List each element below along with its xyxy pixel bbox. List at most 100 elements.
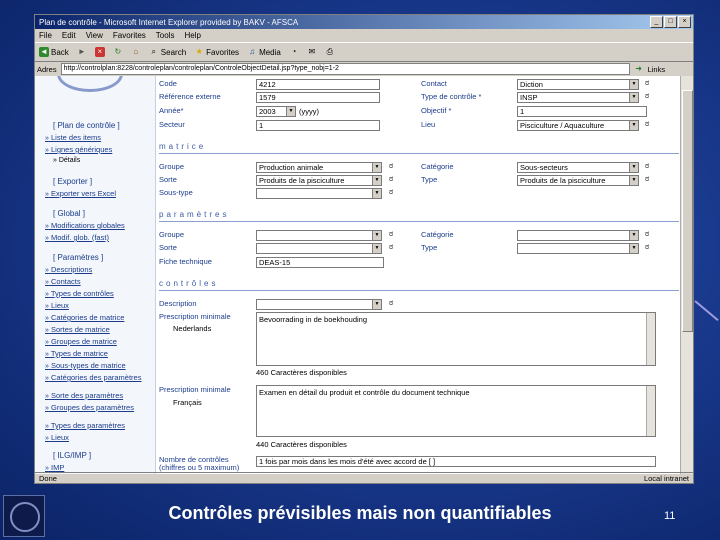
minimize-button[interactable]: _ [650, 16, 663, 28]
binoculars-icon[interactable]: ಠ [645, 242, 649, 252]
status-zone: Local intranet [643, 473, 689, 483]
code-field[interactable]: 4212 [256, 79, 380, 90]
typecontrole-select[interactable]: INSP [517, 92, 639, 103]
sidebar-link-export-excel[interactable]: » Exporter vers Excel [45, 189, 116, 198]
menu-favorites[interactable]: Favorites [113, 31, 146, 40]
annee-select[interactable]: 2003 [256, 106, 296, 117]
media-button[interactable]: ♫ Media [247, 47, 281, 57]
binoculars-icon[interactable]: ಠ [389, 174, 393, 184]
binoculars-icon[interactable]: ಠ [645, 78, 649, 88]
presc1-char-count: 460 Caractères disponibles [256, 368, 347, 377]
sidebar-link-param[interactable]: » Contacts [45, 277, 81, 286]
refresh-icon[interactable]: ↻ [113, 47, 123, 57]
type-select[interactable]: Produits de la pisciculture [517, 175, 639, 186]
binoculars-icon[interactable]: ಠ [645, 119, 649, 129]
sidebar-link-param[interactable]: » Sortes de matrice [45, 325, 110, 334]
sidebar-link-param[interactable]: » Lieux [45, 301, 69, 310]
home-icon[interactable]: ⌂ [131, 47, 141, 57]
menu-view[interactable]: View [86, 31, 103, 40]
ptype-select[interactable] [517, 243, 639, 254]
forward-arrow-icon[interactable]: ► [77, 47, 87, 57]
scrollbar-thumb[interactable] [682, 90, 693, 332]
binoculars-icon[interactable]: ಠ [389, 229, 393, 239]
back-button[interactable]: ◄ Back [39, 47, 69, 57]
stop-icon[interactable]: × [94, 47, 105, 57]
binoculars-icon[interactable]: ಠ [389, 242, 393, 252]
binoculars-icon[interactable]: ಠ [645, 229, 649, 239]
contact-select[interactable]: Diction [517, 79, 639, 90]
maximize-button[interactable]: □ [664, 16, 677, 28]
binoculars-icon[interactable]: ಠ [645, 174, 649, 184]
back-arrow-icon: ◄ [39, 47, 49, 57]
psorte-select[interactable] [256, 243, 382, 254]
sidebar-link-param[interactable]: » Sous-types de matrice [45, 361, 126, 370]
sidebar-link-param[interactable]: » Lieux [45, 433, 69, 442]
pcategorie-select[interactable] [517, 230, 639, 241]
print-icon[interactable]: ⎙ [325, 47, 335, 57]
search-button[interactable]: ⌕ Search [149, 47, 187, 57]
lieu-select[interactable]: Pisciculture / Aquaculture [517, 120, 639, 131]
sidebar-link-lignes[interactable]: » Lignes génériques [45, 145, 112, 154]
menu-help[interactable]: Help [184, 31, 200, 40]
controles-section-title: contrôles [159, 279, 219, 288]
binoculars-icon[interactable]: ಠ [645, 91, 649, 101]
binoculars-icon[interactable]: ಠ [645, 161, 649, 171]
vertical-scrollbar[interactable] [680, 76, 693, 474]
menu-tools[interactable]: Tools [156, 31, 175, 40]
history-icon[interactable]: ◔ [289, 47, 299, 57]
nbr-field[interactable]: 1 fois par mois dans les mois d'été avec… [256, 456, 656, 467]
window-title: Plan de contrôle - Microsoft Internet Ex… [39, 17, 299, 27]
links-label[interactable]: Links [648, 65, 666, 74]
lieu-label: Lieu [421, 120, 436, 129]
sidebar-link-param[interactable]: » Groupes de matrice [45, 337, 117, 346]
sidebar-sub-details[interactable]: » Détails [53, 157, 80, 164]
binoculars-icon[interactable]: ಠ [389, 161, 393, 171]
fiche-field[interactable]: DEAS-15 [256, 257, 384, 268]
pgroupe-select[interactable] [256, 230, 382, 241]
sidebar-link-param[interactable]: » Catégories des paramètres [45, 373, 141, 382]
ref-field[interactable]: 1579 [256, 92, 380, 103]
mail-icon[interactable]: ✉ [307, 47, 317, 57]
secteur-field[interactable]: 1 [256, 120, 380, 131]
contact-label: Contact [421, 79, 447, 88]
menu-edit[interactable]: Edit [62, 31, 76, 40]
browser-window: Plan de contrôle - Microsoft Internet Ex… [34, 14, 694, 484]
groupe-select[interactable]: Production animale [256, 162, 382, 173]
binoculars-icon[interactable]: ಠ [389, 187, 393, 197]
sidebar-link-param[interactable]: » Catégories de matrice [45, 313, 124, 322]
categorie-select[interactable]: Sous-secteurs [517, 162, 639, 173]
sidebar-link-items[interactable]: » Liste des items [45, 133, 101, 142]
sidebar-link-param[interactable]: » Groupes des paramètres [45, 403, 134, 412]
objectif-label: Objectif * [421, 106, 452, 115]
presc2-textarea[interactable]: Examen en détail du produit et contrôle … [256, 385, 656, 437]
description-select[interactable] [256, 299, 382, 310]
slide-caption: Contrôles prévisibles mais non quantifia… [168, 503, 552, 523]
sidebar-link-param[interactable]: » Descriptions [45, 265, 92, 274]
annee-unit: (yyyy) [299, 107, 319, 116]
presc1-label: Prescription minimale [159, 312, 231, 321]
pcategorie-label: Catégorie [421, 230, 454, 239]
sidebar-link-param[interactable]: » Types de matrice [45, 349, 108, 358]
sidebar-link-param[interactable]: » Types des paramètres [45, 421, 125, 430]
binoculars-icon[interactable]: ಠ [389, 298, 393, 308]
go-icon[interactable]: ➜ [634, 64, 644, 74]
search-icon: ⌕ [151, 47, 157, 56]
soustype-select[interactable] [256, 188, 382, 199]
sidebar-header-ilg: [ ILG/IMP ] [53, 451, 92, 460]
close-button[interactable]: × [678, 16, 691, 28]
favorites-button[interactable]: ★ Favorites [194, 47, 240, 57]
sidebar-link-modif-fast[interactable]: » Modif. glob. (fast) [45, 233, 109, 242]
presc1-textarea[interactable]: Bevoorrading in de boekhouding [256, 312, 656, 366]
sidebar-link-param[interactable]: » Types de contrôles [45, 289, 114, 298]
sidebar-link-param[interactable]: » Sorte des paramètres [45, 391, 123, 400]
address-input[interactable]: http://controlplan:8228/controleplan/con… [60, 63, 630, 75]
secteur-label: Secteur [159, 120, 185, 129]
menu-file[interactable]: File [39, 31, 52, 40]
objectif-field[interactable]: 1 [517, 106, 647, 117]
sidebar-link-imp[interactable]: » IMP [45, 463, 64, 472]
favorites-star-icon: ★ [195, 47, 203, 56]
annee-label: Année* [159, 106, 184, 115]
sorte-select[interactable]: Produits de la pisciculture [256, 175, 382, 186]
media-icon: ♫ [249, 47, 256, 56]
sidebar-link-modif-globales[interactable]: » Modifications globales [45, 221, 125, 230]
